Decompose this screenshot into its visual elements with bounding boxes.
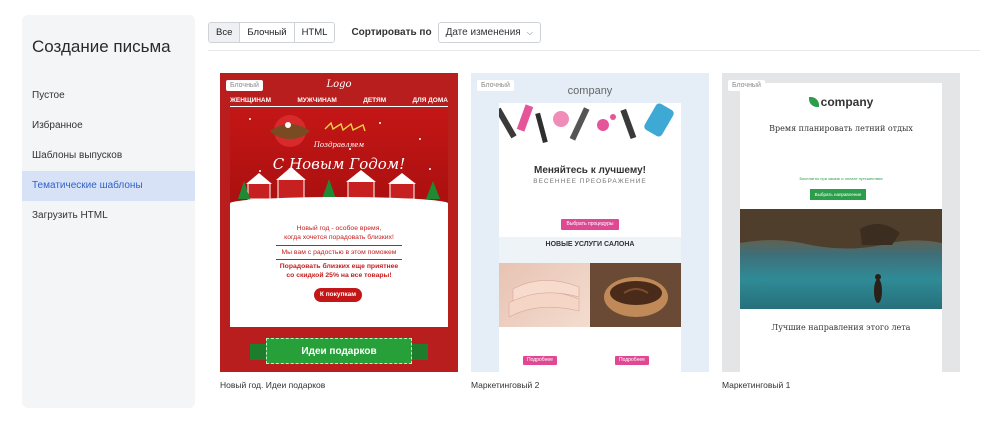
preview-green-text: Бесплатно при заказе и оплате путешестви… xyxy=(799,176,883,181)
preview-menu: ЖЕНЩИНАМ МУЖЧИНАМ ДЕТЯМ ДЛЯ ДОМА xyxy=(230,97,448,107)
toolbar: Все Блочный HTML Сортировать по Дате изм… xyxy=(208,22,541,43)
preview-shop-button: К покупкам xyxy=(314,288,362,302)
sort-select[interactable]: Дате изменения ⌵ xyxy=(437,22,541,43)
sea-rocks-illustration xyxy=(740,209,942,303)
preview-headline: Время планировать летний отдых xyxy=(769,124,913,133)
preview-text-line: со скидкой 25% на все товары! xyxy=(286,272,392,279)
preview-separator xyxy=(276,245,402,246)
filter-segmented-control: Все Блочный HTML xyxy=(208,22,336,43)
preview-pretitle: Поздравляем xyxy=(313,141,365,149)
preview-menu-item: ЖЕНЩИНАМ xyxy=(230,97,272,104)
template-card-caption: Новый год. Идеи подарков xyxy=(220,380,326,390)
cosmetics-illustration xyxy=(499,103,674,144)
sidebar-item-thematic-templates[interactable]: Тематические шаблоны xyxy=(22,171,195,201)
preview-hero: Поздравляем С Новым Годом! xyxy=(230,109,448,213)
preview-band-title: НОВЫЕ УСЛУГИ САЛОНА xyxy=(545,241,635,248)
template-type-badge: Блочный xyxy=(728,80,765,91)
sidebar-item-empty[interactable]: Пустое xyxy=(22,81,195,111)
filter-all-button[interactable]: Все xyxy=(209,23,241,42)
preview-logo-text: company xyxy=(820,95,874,109)
template-card-marketing-2[interactable]: Блочный company Меняйтесь к лучшему! ВЕС… xyxy=(471,73,709,390)
sidebar: Создание письма Пустое Избранное Шаблоны… xyxy=(22,15,195,408)
preview-subtitle: ВЕСЕННЕЕ ПРЕОБРАЖЕНИЕ xyxy=(533,178,647,185)
preview-ribbon: Идеи подарков xyxy=(266,338,412,364)
preview-headline-2: Лучшие направления этого лета xyxy=(771,323,911,332)
preview-more-button-right: Подробнее xyxy=(615,356,649,365)
filter-block-button[interactable]: Блочный xyxy=(240,23,295,42)
sort-label: Сортировать по xyxy=(351,27,432,38)
template-type-badge: Блочный xyxy=(477,80,514,91)
template-thumbnail[interactable]: Блочный company Время планировать летний… xyxy=(722,73,960,372)
chocolate-bowl-illustration xyxy=(604,277,668,317)
template-card-marketing-1[interactable]: Блочный company Время планировать летний… xyxy=(722,73,960,390)
preview-headline: С Новым Годом! xyxy=(272,155,406,173)
template-card-caption: Маркетинговый 1 xyxy=(722,380,791,390)
sidebar-title: Создание письма xyxy=(32,37,171,56)
manicure-photo xyxy=(499,263,590,327)
preview-menu-item: МУЖЧИНАМ xyxy=(297,97,337,104)
preview-text-line: Порадовать близких еще приятнее xyxy=(279,263,399,270)
beach-photo xyxy=(740,209,942,309)
preview-text-line: когда хочется порадовать близких! xyxy=(284,234,394,241)
sidebar-nav: Пустое Избранное Шаблоны выпусков Темати… xyxy=(22,81,195,231)
spa-photo xyxy=(590,263,681,327)
preview-text-line: Новый год - особое время, xyxy=(296,225,382,232)
sidebar-item-upload-html[interactable]: Загрузить HTML xyxy=(22,201,195,231)
preview-separator xyxy=(276,259,402,260)
preview-body-text: ​ xyxy=(499,191,681,196)
leaf-icon xyxy=(808,97,819,107)
preview-menu-item: ДЛЯ ДОМА xyxy=(412,97,448,104)
hands-illustration xyxy=(508,280,580,318)
preview-cta-button: Выбрать процедуры xyxy=(561,219,619,230)
preview-cta-button: Выбрать направление xyxy=(810,189,866,200)
preview-body: company Время планировать летний отдых Б… xyxy=(740,83,942,372)
preview-title: Меняйтесь к лучшему! xyxy=(533,165,647,176)
filter-html-button[interactable]: HTML xyxy=(294,23,335,42)
preview-logo: company xyxy=(740,95,942,109)
toolbar-divider xyxy=(208,50,980,51)
preview-snow xyxy=(230,197,448,213)
template-card-new-year[interactable]: Блочный Logo ЖЕНЩИНАМ МУЖЧИНАМ ДЕТЯМ ДЛЯ… xyxy=(220,73,458,390)
preview-body: Поздравляем С Новым Годом! Новый год - о… xyxy=(230,109,448,327)
preview-more-button-left: Подробнее xyxy=(523,356,557,365)
sort-select-value: Дате изменения xyxy=(445,27,521,38)
preview-menu-item: ДЕТЯМ xyxy=(363,97,387,104)
template-card-caption: Маркетинговый 2 xyxy=(471,380,540,390)
chevron-down-icon: ⌵ xyxy=(526,27,533,37)
preview-body: Меняйтесь к лучшему! ВЕСЕННЕЕ ПРЕОБРАЖЕН… xyxy=(499,103,681,372)
template-type-badge: Блочный xyxy=(226,80,263,91)
template-thumbnail[interactable]: Блочный company Меняйтесь к лучшему! ВЕС… xyxy=(471,73,709,372)
template-thumbnail[interactable]: Блочный Logo ЖЕНЩИНАМ МУЖЧИНАМ ДЕТЯМ ДЛЯ… xyxy=(220,73,458,372)
preview-text-line: Мы вам с радостью в этом поможем xyxy=(281,249,397,256)
sidebar-item-issue-templates[interactable]: Шаблоны выпусков xyxy=(22,141,195,171)
sidebar-item-favorites[interactable]: Избранное xyxy=(22,111,195,141)
